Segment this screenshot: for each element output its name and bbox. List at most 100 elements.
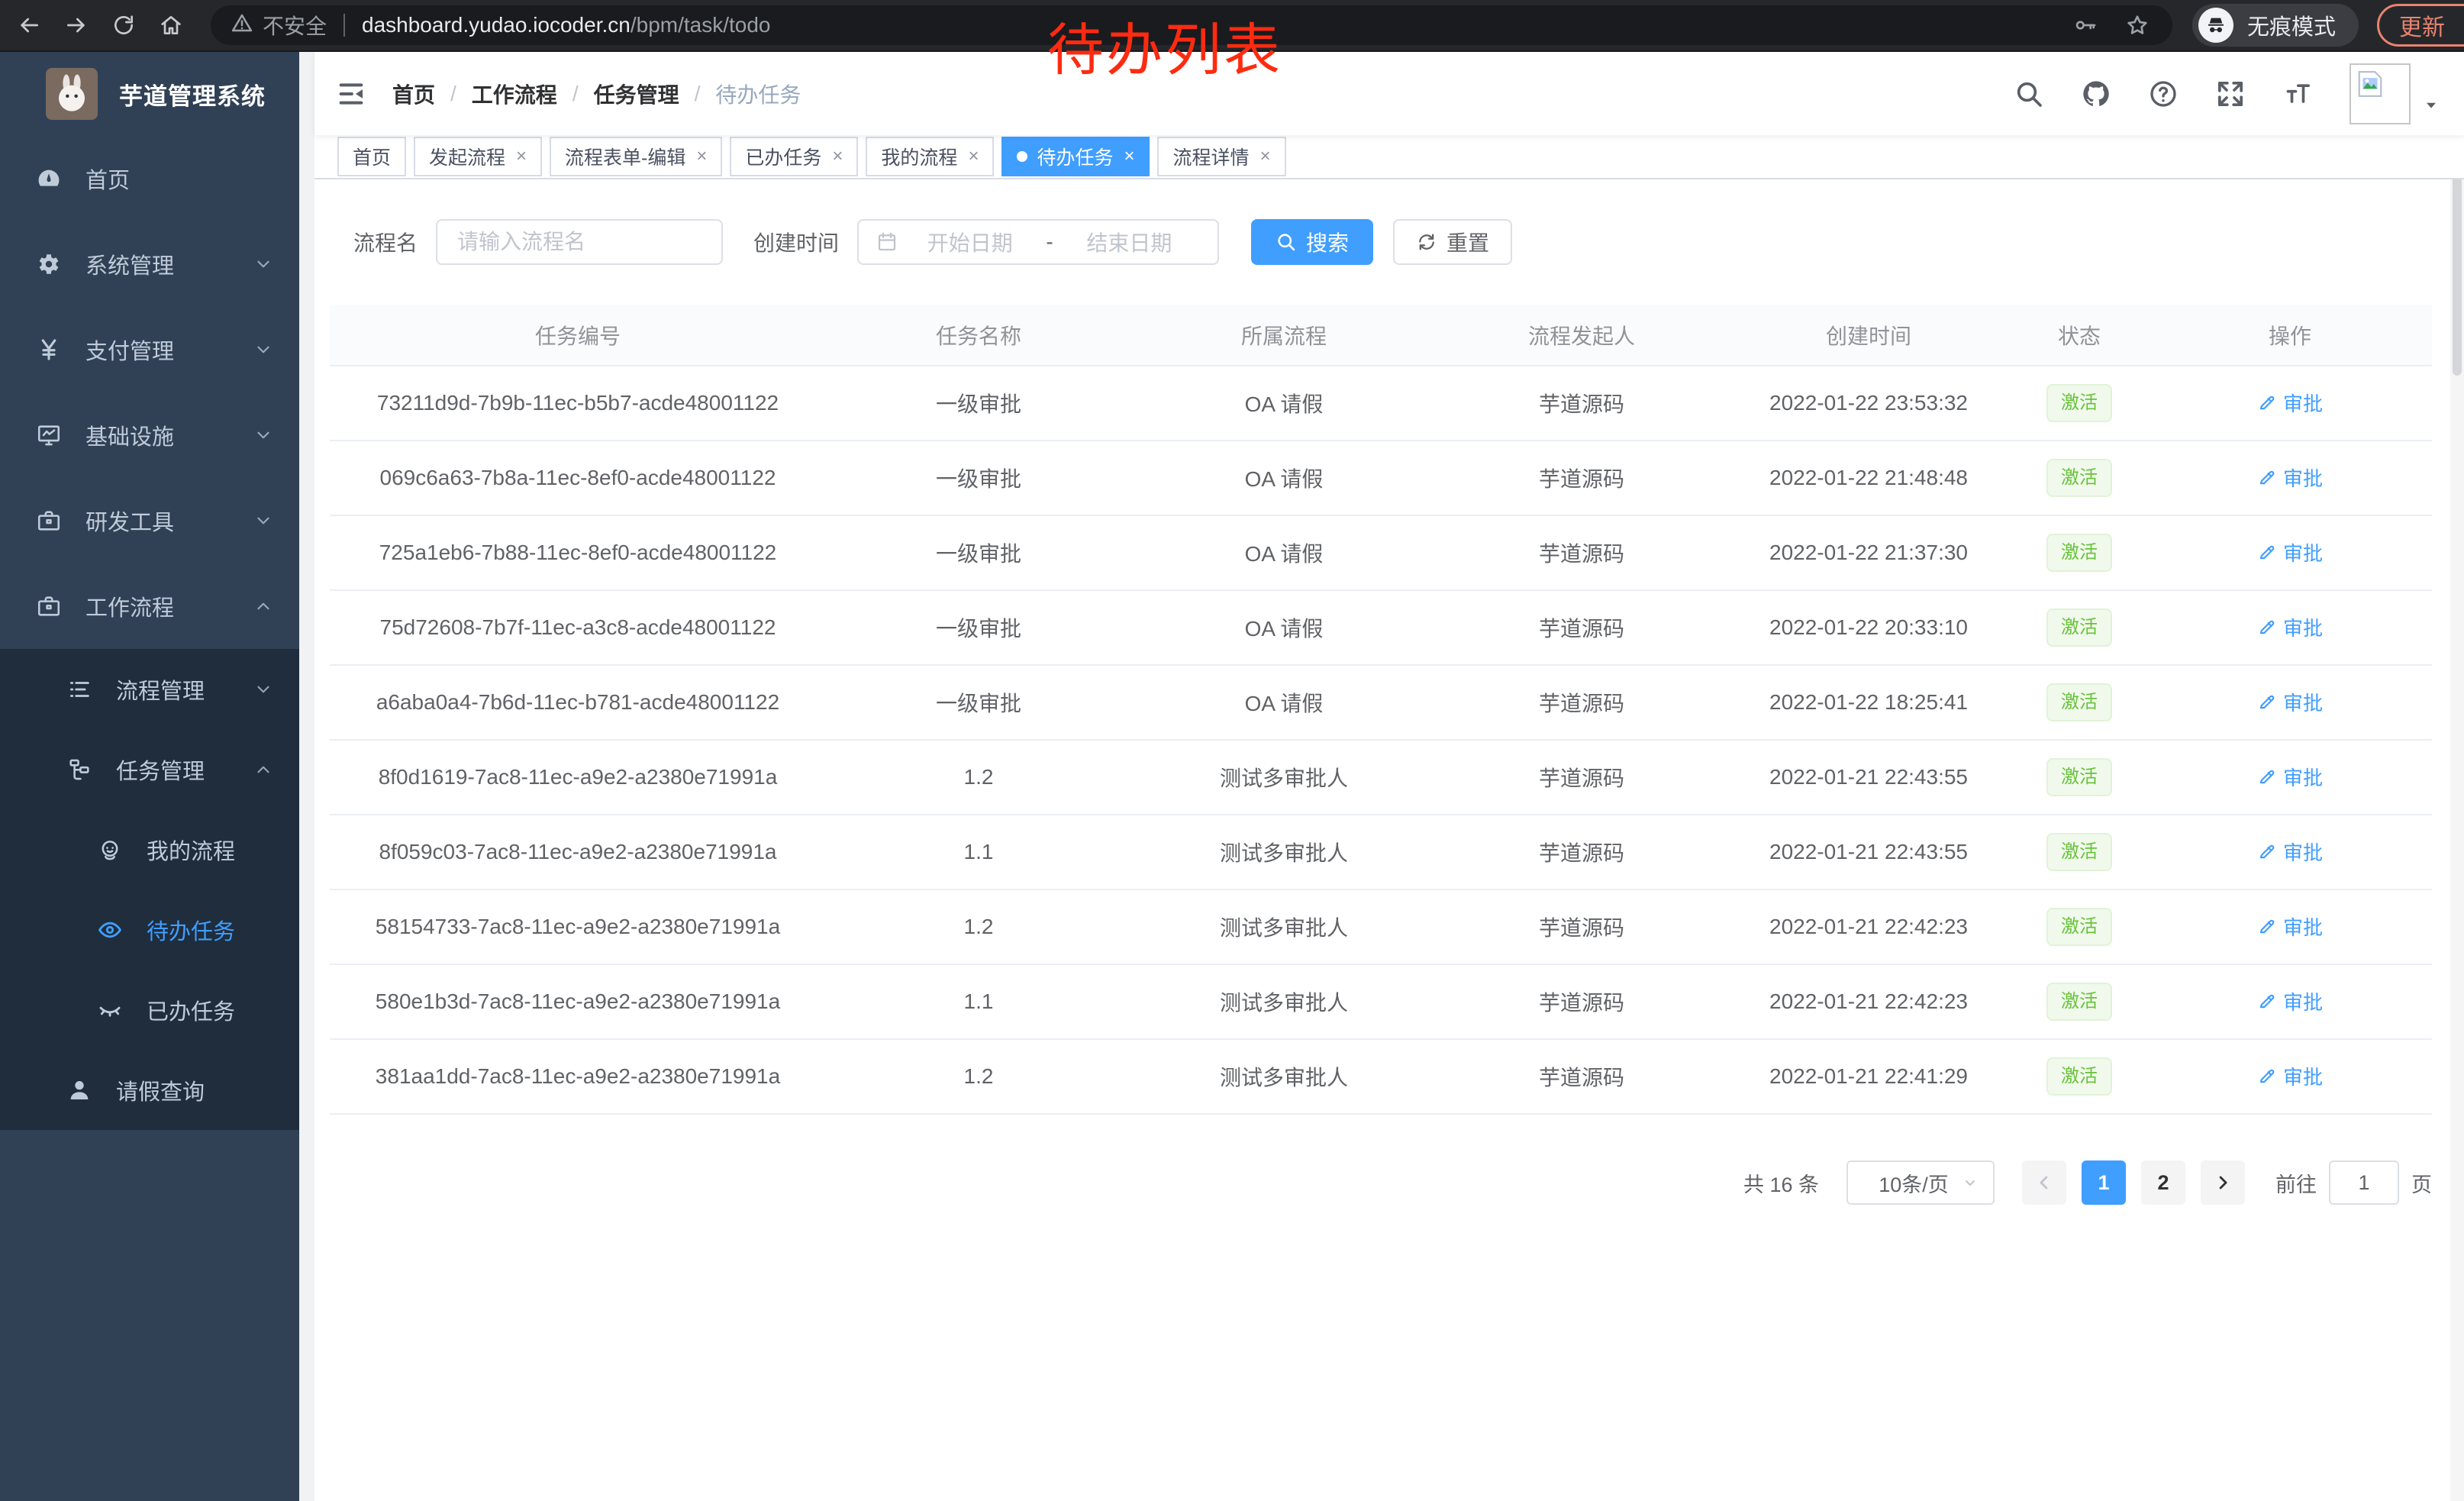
help-icon[interactable] (2145, 76, 2182, 112)
approve-button[interactable]: 审批 (2257, 912, 2323, 941)
sidebar-item-devtools[interactable]: 研发工具 (0, 478, 299, 563)
sidebar-item-workflow[interactable]: 工作流程 (0, 563, 299, 649)
edit-pen-icon (2257, 692, 2277, 712)
tab-home[interactable]: 首页 (337, 137, 406, 176)
cell-actions: 审批 (2148, 590, 2432, 665)
tab-todo-tasks[interactable]: 待办任务 × (1001, 137, 1150, 176)
page-button-2[interactable]: 2 (2141, 1160, 2185, 1205)
approve-button[interactable]: 审批 (2257, 763, 2323, 791)
sidebar-item-payment[interactable]: 支付管理 (0, 307, 299, 392)
sidebar-item-done-tasks[interactable]: 已办任务 (0, 970, 299, 1050)
approve-button[interactable]: 审批 (2257, 463, 2323, 492)
approve-button[interactable]: 审批 (2257, 688, 2323, 716)
sidebar-item-leave-query[interactable]: 请假查询 (0, 1050, 299, 1130)
close-tab-icon[interactable]: × (1124, 147, 1134, 166)
status-badge: 激活 (2046, 384, 2112, 422)
cell-status: 激活 (2011, 590, 2148, 665)
sidebar-item-process-management[interactable]: 流程管理 (0, 649, 299, 729)
tab-label: 已办任务 (745, 143, 821, 170)
edit-pen-icon (2257, 767, 2277, 786)
close-tab-icon[interactable]: × (832, 147, 843, 166)
prev-page-button[interactable] (2022, 1160, 2066, 1205)
chevron-left-icon (2033, 1172, 2055, 1193)
approve-button[interactable]: 审批 (2257, 613, 2323, 641)
cell-task-name: 一级审批 (826, 665, 1131, 740)
tab-done-tasks[interactable]: 已办任务 × (730, 137, 858, 176)
text-size-icon[interactable] (2279, 76, 2316, 112)
search-icon (1276, 231, 1297, 253)
header-search-icon[interactable] (2011, 76, 2047, 112)
sidebar-item-label: 待办任务 (147, 914, 235, 946)
tab-process-form-edit[interactable]: 流程表单-编辑 × (550, 137, 722, 176)
sidebar-item-label: 首页 (85, 163, 130, 195)
browser-menu-icon[interactable] (2460, 14, 2464, 37)
process-name-input[interactable] (436, 219, 723, 265)
cell-actions: 审批 (2148, 964, 2432, 1039)
tasks-table: 任务编号 任务名称 所属流程 流程发起人 创建时间 状态 操作 73211d9d… (330, 305, 2432, 1115)
sidebar-toggle-icon[interactable] (334, 77, 368, 111)
caret-down-icon[interactable] (2423, 97, 2440, 114)
home-icon[interactable] (153, 7, 189, 44)
forward-icon[interactable] (58, 7, 95, 44)
sidebar-logo[interactable]: 芋道管理系统 (0, 52, 299, 136)
date-range-picker[interactable]: 开始日期 - 结束日期 (857, 219, 1219, 265)
column-header-process: 所属流程 (1131, 305, 1437, 366)
approve-button[interactable]: 审批 (2257, 389, 2323, 417)
page-button-1[interactable]: 1 (2082, 1160, 2126, 1205)
sidebar-item-infrastructure[interactable]: 基础设施 (0, 392, 299, 478)
sidebar-item-todo-tasks[interactable]: 待办任务 (0, 889, 299, 970)
table-row: 725a1eb6-7b88-11ec-8ef0-acde48001122 一级审… (330, 515, 2432, 590)
goto-page-input[interactable] (2329, 1160, 2399, 1205)
close-tab-icon[interactable]: × (516, 147, 527, 166)
bookmark-star-icon[interactable] (2122, 10, 2153, 40)
cell-task-id: 75d72608-7b7f-11ec-a3c8-acde48001122 (330, 590, 826, 665)
reset-button[interactable]: 重置 (1393, 219, 1512, 265)
fullscreen-icon[interactable] (2212, 76, 2249, 112)
security-label[interactable]: 不安全 (263, 10, 327, 40)
approve-button[interactable]: 审批 (2257, 987, 2323, 1015)
table-row: a6aba0a4-7b6d-11ec-b781-acde48001122 一级审… (330, 665, 2432, 740)
cell-actions: 审批 (2148, 889, 2432, 964)
page-scrollbar[interactable] (2450, 52, 2464, 1501)
breadcrumb-home[interactable]: 首页 (392, 79, 435, 109)
search-button[interactable]: 搜索 (1251, 219, 1373, 265)
sidebar-item-label: 支付管理 (85, 334, 174, 366)
avatar[interactable] (2350, 63, 2411, 124)
eye-closed-icon (96, 996, 124, 1024)
page-size-select[interactable]: 10条/页 (1846, 1160, 1995, 1205)
cell-task-id: 73211d9d-7b9b-11ec-b5b7-acde48001122 (330, 366, 826, 441)
github-icon[interactable] (2078, 76, 2114, 112)
sidebar-item-my-process[interactable]: 我的流程 (0, 809, 299, 889)
cell-status: 激活 (2011, 366, 2148, 441)
breadcrumb-task-management[interactable]: 任务管理 (594, 79, 679, 109)
tab-my-process[interactable]: 我的流程 × (866, 137, 994, 176)
cell-created: 2022-01-21 22:43:55 (1727, 740, 2011, 815)
password-key-icon[interactable] (2070, 10, 2101, 40)
browser-update-button[interactable]: 更新 (2377, 4, 2464, 47)
approve-button[interactable]: 审批 (2257, 838, 2323, 866)
approve-button[interactable]: 审批 (2257, 538, 2323, 567)
create-time-label: 创建时间 (753, 227, 839, 257)
close-tab-icon[interactable]: × (696, 147, 707, 166)
breadcrumb-workflow[interactable]: 工作流程 (472, 79, 557, 109)
reload-icon[interactable] (105, 7, 142, 44)
back-icon[interactable] (11, 7, 47, 44)
cell-actions: 审批 (2148, 441, 2432, 515)
sidebar-item-system[interactable]: 系统管理 (0, 221, 299, 307)
approve-button[interactable]: 审批 (2257, 1062, 2323, 1090)
cell-task-name: 一级审批 (826, 590, 1131, 665)
edit-pen-icon (2257, 392, 2277, 412)
tab-start-process[interactable]: 发起流程 × (414, 137, 542, 176)
tab-process-detail[interactable]: 流程详情 × (1157, 137, 1285, 176)
column-header-task-id: 任务编号 (330, 305, 826, 366)
sidebar-item-home[interactable]: 首页 (0, 136, 299, 221)
next-page-button[interactable] (2201, 1160, 2245, 1205)
status-badge: 激活 (2046, 983, 2112, 1021)
close-tab-icon[interactable]: × (1260, 147, 1271, 166)
sidebar-item-task-management[interactable]: 任务管理 (0, 729, 299, 809)
close-tab-icon[interactable]: × (968, 147, 979, 166)
page-content: 流程名 创建时间 开始日期 - 结束日期 搜索 重 (314, 179, 2464, 1501)
tab-label: 我的流程 (881, 143, 957, 170)
sidebar-scrollbar[interactable] (299, 52, 314, 1501)
cell-task-name: 一级审批 (826, 515, 1131, 590)
